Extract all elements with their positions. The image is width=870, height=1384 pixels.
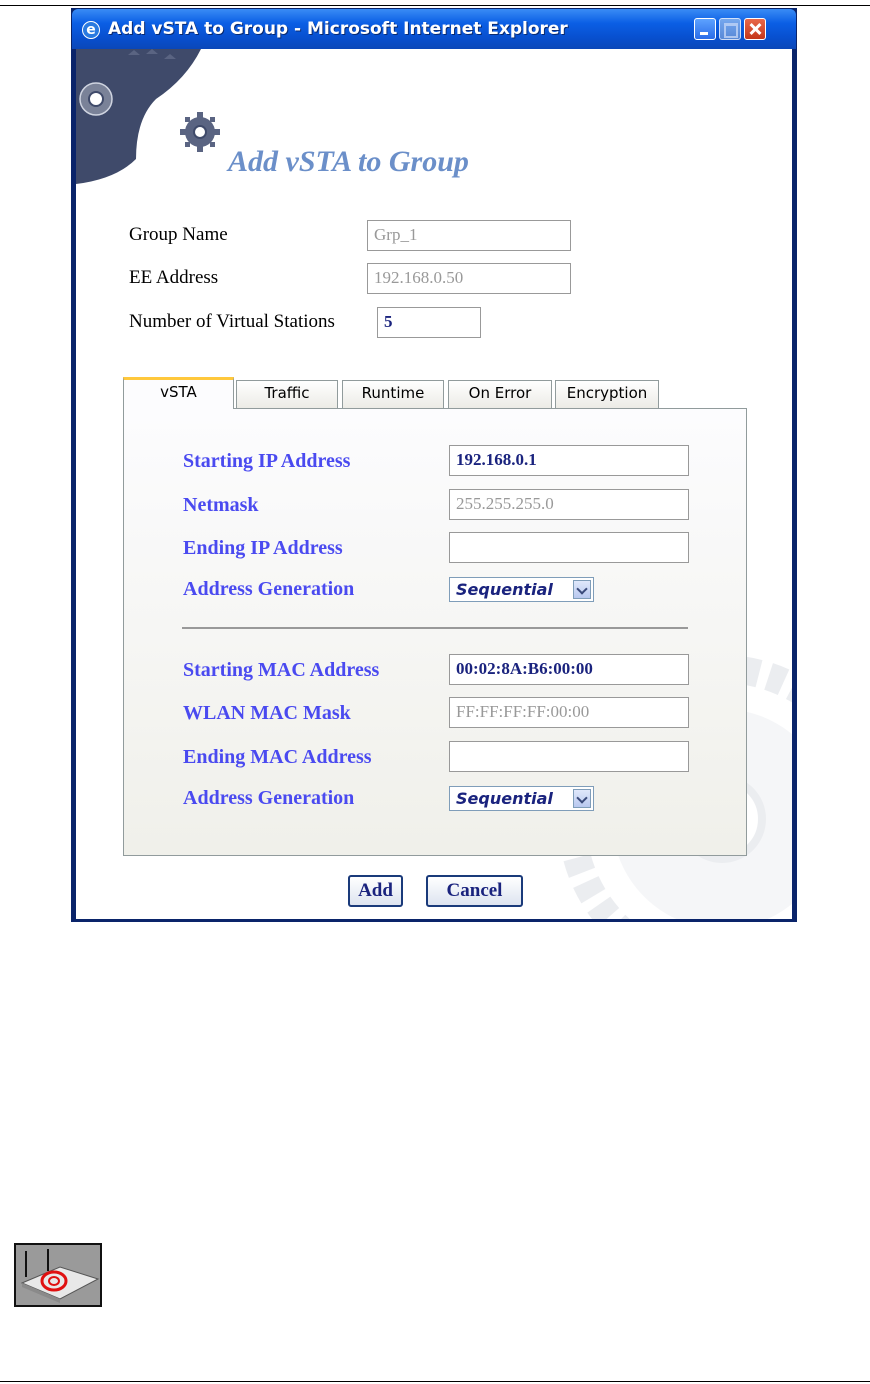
netmask-label: Netmask <box>183 494 259 516</box>
add-button[interactable]: Add <box>348 875 403 907</box>
dialog-heading: Add vSTA to Group <box>228 145 469 178</box>
tab-vsta[interactable]: vSTA <box>123 377 234 409</box>
mac-generation-label: Address Generation <box>183 787 355 809</box>
ip-generation-label: Address Generation <box>183 578 355 600</box>
starting-mac-label: Starting MAC Address <box>183 659 380 681</box>
starting-ip-label: Starting IP Address <box>183 450 351 472</box>
tab-runtime[interactable]: Runtime <box>342 380 444 408</box>
chevron-down-icon[interactable] <box>573 580 591 599</box>
cancel-button[interactable]: Cancel <box>426 875 523 907</box>
page-top-rule <box>0 5 870 6</box>
ie-window: e Add vSTA to Group - Microsoft Internet… <box>71 8 797 922</box>
chevron-down-icon[interactable] <box>573 789 591 808</box>
ending-mac-field[interactable] <box>449 741 689 772</box>
tab-on-error[interactable]: On Error <box>448 380 552 408</box>
section-divider <box>182 627 688 629</box>
ee-address-field[interactable]: 192.168.0.50 <box>367 263 571 294</box>
starting-mac-field[interactable]: 00:02:8A:B6:00:00 <box>449 654 689 685</box>
wlan-mac-mask-field[interactable]: FF:FF:FF:FF:00:00 <box>449 697 689 728</box>
ending-ip-label: Ending IP Address <box>183 537 343 559</box>
group-name-label: Group Name <box>129 224 228 245</box>
ip-generation-select[interactable]: Sequential <box>449 577 594 602</box>
vsta-tab-panel: Starting IP Address 192.168.0.1 Netmask … <box>123 408 747 856</box>
page-bottom-rule <box>0 1381 870 1382</box>
ending-ip-field[interactable] <box>449 532 689 563</box>
tab-traffic[interactable]: Traffic <box>236 380 338 408</box>
num-stations-field[interactable]: 5 <box>377 307 481 338</box>
ee-address-label: EE Address <box>129 267 219 288</box>
window-title: Add vSTA to Group - Microsoft Internet E… <box>108 19 568 39</box>
netmask-field[interactable]: 255.255.255.0 <box>449 489 689 520</box>
mac-generation-select[interactable]: Sequential <box>449 786 594 811</box>
dialog-body: Add vSTA to Group Group Name Grp_1 EE Ad… <box>76 49 792 919</box>
router-note-icon <box>14 1243 102 1307</box>
ending-mac-label: Ending MAC Address <box>183 746 372 768</box>
minimize-button[interactable] <box>694 18 716 40</box>
group-name-field[interactable]: Grp_1 <box>367 220 571 251</box>
num-stations-label: Number of Virtual Stations <box>129 311 335 332</box>
ip-generation-value: Sequential <box>456 580 553 599</box>
wlan-mac-mask-label: WLAN MAC Mask <box>183 702 351 724</box>
mac-generation-value: Sequential <box>456 789 553 808</box>
maximize-button[interactable] <box>719 18 741 40</box>
title-bar[interactable]: e Add vSTA to Group - Microsoft Internet… <box>72 9 796 49</box>
close-button[interactable] <box>744 18 766 40</box>
internet-explorer-icon: e <box>82 21 100 39</box>
starting-ip-field[interactable]: 192.168.0.1 <box>449 445 689 476</box>
router-graphic <box>20 1249 100 1303</box>
tab-encryption[interactable]: Encryption <box>555 380 659 408</box>
